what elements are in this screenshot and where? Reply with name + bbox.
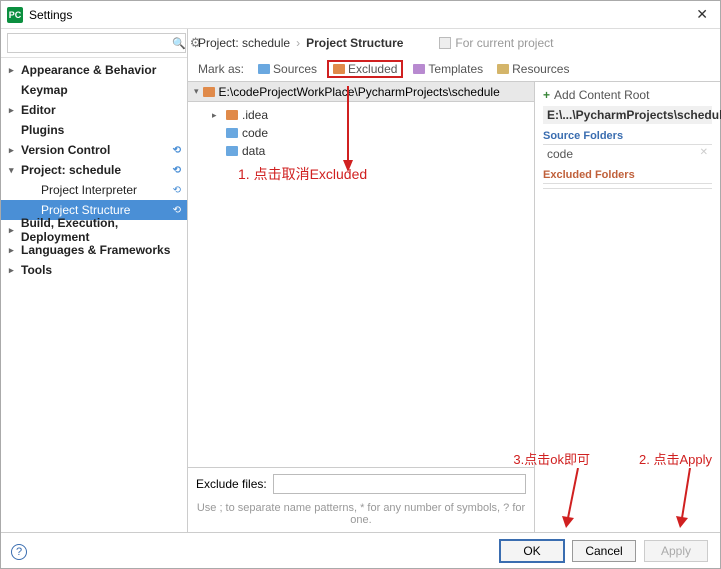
- reset-icon[interactable]: ⟲: [173, 205, 181, 216]
- breadcrumb-separator: ›: [296, 36, 300, 50]
- chevron-icon: ▸: [9, 145, 19, 156]
- exclude-hint: Use ; to separate name patterns, * for a…: [188, 500, 534, 532]
- plus-icon: +: [543, 88, 550, 102]
- reset-icon[interactable]: ⟲: [173, 185, 181, 196]
- search-icon: 🔍: [172, 37, 186, 50]
- folder-icon: [203, 87, 215, 97]
- chevron-icon: ▸: [9, 65, 19, 76]
- file-tree-label: data: [242, 144, 265, 158]
- chevron-right-icon: ▸: [212, 110, 222, 121]
- folder-icon: [226, 146, 238, 156]
- content-root-header[interactable]: ▾ E:\codeProjectWorkPlace\PycharmProject…: [188, 82, 534, 102]
- project-scope-icon: [439, 37, 451, 49]
- chevron-icon: ▸: [9, 265, 19, 276]
- reset-icon[interactable]: ⟲: [173, 145, 181, 156]
- sidebar-item-label: Languages & Frameworks: [19, 243, 170, 257]
- ok-button[interactable]: OK: [500, 540, 564, 562]
- sidebar-item-editor[interactable]: ▸Editor: [1, 100, 187, 120]
- sidebar-item-label: Project Interpreter: [39, 183, 137, 197]
- source-folders-header: Source Folders: [543, 130, 712, 145]
- search-input[interactable]: [7, 33, 186, 53]
- sidebar-item-plugins[interactable]: Plugins: [1, 120, 187, 140]
- templates-folder-icon: [413, 64, 425, 74]
- excluded-folders-header: Excluded Folders: [543, 169, 712, 184]
- markas-label: Mark as:: [198, 62, 244, 76]
- sidebar-item-label: Editor: [19, 103, 56, 117]
- sidebar-item-appearance-behavior[interactable]: ▸Appearance & Behavior: [1, 60, 187, 80]
- app-icon: PC: [7, 7, 23, 23]
- mark-sources-button[interactable]: Sources: [254, 61, 321, 77]
- exclude-input[interactable]: [273, 474, 526, 494]
- help-icon[interactable]: ?: [11, 544, 27, 560]
- remove-source-icon[interactable]: ✕: [700, 147, 708, 161]
- breadcrumb-current: Project Structure: [306, 36, 403, 50]
- sidebar-item-label: Version Control: [19, 143, 110, 157]
- sidebar-item-label: Appearance & Behavior: [19, 63, 156, 77]
- file-tree-item[interactable]: data: [212, 142, 534, 160]
- chevron-icon: ▾: [9, 165, 19, 176]
- breadcrumb-parent[interactable]: Project: schedule: [198, 36, 290, 50]
- sidebar-item-label: Project: schedule: [19, 163, 121, 177]
- folder-icon: [226, 110, 238, 120]
- sidebar-item-languages-frameworks[interactable]: ▸Languages & Frameworks: [1, 240, 187, 260]
- content-root-item[interactable]: E:\...\PycharmProjects\schedule ✕: [543, 106, 712, 124]
- close-icon[interactable]: ✕: [692, 4, 712, 25]
- sidebar-item-label: Project Structure: [39, 203, 130, 217]
- file-tree-label: code: [242, 126, 268, 140]
- sidebar-item-version-control[interactable]: ▸Version Control ⟲: [1, 140, 187, 160]
- sidebar-item-project-schedule[interactable]: ▾Project: schedule ⟲: [1, 160, 187, 180]
- cancel-button[interactable]: Cancel: [572, 540, 636, 562]
- window-title: Settings: [29, 8, 72, 22]
- sidebar-item-label: Keymap: [19, 83, 68, 97]
- content-root-path: E:\codeProjectWorkPlace\PycharmProjects\…: [219, 85, 500, 99]
- chevron-icon: ▸: [9, 225, 19, 236]
- annotation-text-1: 1. 点击取消Excluded: [238, 164, 367, 184]
- sidebar-item-keymap[interactable]: Keymap: [1, 80, 187, 100]
- file-tree-item[interactable]: ▸ .idea: [212, 106, 534, 124]
- scope-hint: For current project: [439, 36, 553, 50]
- chevron-icon: ▸: [9, 105, 19, 116]
- source-folder-item[interactable]: code ✕: [543, 145, 712, 163]
- reset-icon[interactable]: ⟲: [173, 165, 181, 176]
- chevron-icon: ▸: [9, 245, 19, 256]
- sidebar-item-project-interpreter[interactable]: Project Interpreter ⟲: [1, 180, 187, 200]
- sidebar-item-build-execution-deployment[interactable]: ▸Build, Execution, Deployment: [1, 220, 187, 240]
- add-content-root-button[interactable]: + Add Content Root: [543, 88, 712, 102]
- sidebar-item-label: Build, Execution, Deployment: [19, 216, 187, 244]
- sidebar-item-label: Plugins: [19, 123, 64, 137]
- chevron-down-icon: ▾: [194, 86, 199, 97]
- sources-folder-icon: [258, 64, 270, 74]
- mark-templates-button[interactable]: Templates: [409, 61, 487, 77]
- mark-excluded-button[interactable]: Excluded: [327, 60, 403, 78]
- sidebar-item-label: Tools: [19, 263, 52, 277]
- file-tree-item[interactable]: code: [212, 124, 534, 142]
- excluded-folder-icon: [333, 64, 345, 74]
- sidebar-item-tools[interactable]: ▸Tools: [1, 260, 187, 280]
- mark-resources-button[interactable]: Resources: [493, 61, 573, 77]
- folder-icon: [226, 128, 238, 138]
- resources-folder-icon: [497, 64, 509, 74]
- exclude-label: Exclude files:: [196, 477, 267, 491]
- file-tree-label: .idea: [242, 108, 268, 122]
- apply-button[interactable]: Apply: [644, 540, 708, 562]
